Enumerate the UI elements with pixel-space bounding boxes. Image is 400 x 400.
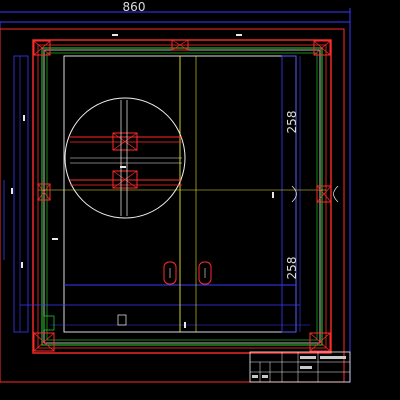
lower-height-label: 258 xyxy=(285,257,299,280)
mid-right-block xyxy=(291,185,339,203)
sheet-border xyxy=(0,21,351,383)
frame-green xyxy=(41,47,323,346)
right-rail-strips xyxy=(281,55,301,333)
cad-drawing-canvas: 860 258 258 xyxy=(0,0,400,400)
frame-outer xyxy=(32,39,332,354)
overall-width-dimension: 860 xyxy=(0,0,351,24)
frame-outer-inner xyxy=(37,44,327,349)
title-block xyxy=(249,351,351,383)
minor-dimension-marks xyxy=(11,34,274,328)
frame-green-inner xyxy=(46,52,318,341)
handles xyxy=(163,261,212,285)
upper-height-label: 258 xyxy=(285,111,299,134)
detail-circle xyxy=(64,97,186,219)
overall-width-label: 860 xyxy=(123,0,146,14)
sheet-border-inner xyxy=(0,28,345,383)
cad-drawing: 860 258 258 xyxy=(0,0,351,383)
corner-bottom-left xyxy=(33,315,55,352)
left-rail-strips xyxy=(3,55,29,333)
